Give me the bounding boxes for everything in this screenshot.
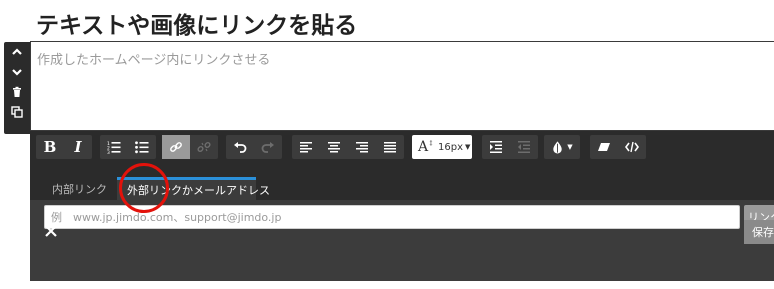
align-justify-button[interactable] bbox=[376, 135, 404, 159]
ordered-list-icon: 123 bbox=[107, 141, 121, 154]
chevron-up-icon bbox=[12, 48, 22, 55]
trash-icon bbox=[13, 86, 21, 97]
editor-toolbar: B I 123 A↕ 16px ▼ ▼ bbox=[30, 131, 774, 171]
clear-format-button[interactable] bbox=[590, 135, 618, 159]
align-center-icon bbox=[328, 142, 340, 153]
tab-internal-link[interactable]: 内部リンク bbox=[42, 177, 117, 200]
alignment-group bbox=[292, 135, 404, 159]
undo-icon bbox=[234, 142, 247, 153]
italic-button[interactable]: I bbox=[64, 135, 92, 159]
page-root: テキストや画像にリンクを貼る 作成したホームページ内にリンクさせる B I 12… bbox=[0, 0, 774, 289]
redo-icon bbox=[261, 142, 274, 153]
ordered-list-button[interactable]: 123 bbox=[100, 135, 128, 159]
link-tab-content: リンク bbox=[30, 200, 774, 281]
indent-group bbox=[482, 135, 538, 159]
link-group bbox=[162, 135, 218, 159]
list-group: 123 bbox=[100, 135, 156, 159]
align-center-button[interactable] bbox=[320, 135, 348, 159]
align-left-button[interactable] bbox=[292, 135, 320, 159]
indent-button[interactable] bbox=[482, 135, 510, 159]
copy-icon bbox=[11, 106, 23, 118]
format-group bbox=[590, 135, 646, 159]
svg-text:3: 3 bbox=[107, 150, 110, 154]
outdent-icon bbox=[518, 141, 530, 153]
close-icon bbox=[45, 225, 57, 237]
undo-button[interactable] bbox=[226, 135, 254, 159]
indent-icon bbox=[490, 141, 502, 153]
unlink-icon bbox=[197, 141, 211, 153]
align-justify-icon bbox=[384, 142, 396, 153]
align-left-icon bbox=[300, 142, 312, 153]
font-size-value: 16px bbox=[438, 141, 463, 153]
link-button[interactable] bbox=[162, 135, 190, 159]
source-code-button[interactable] bbox=[618, 135, 646, 159]
close-button[interactable] bbox=[44, 223, 58, 237]
block-side-controls bbox=[4, 42, 30, 134]
unordered-list-button[interactable] bbox=[128, 135, 156, 159]
history-group bbox=[226, 135, 282, 159]
align-right-button[interactable] bbox=[348, 135, 376, 159]
move-up-button[interactable] bbox=[4, 42, 30, 62]
align-right-icon bbox=[356, 142, 368, 153]
caret-down-icon: ▼ bbox=[567, 143, 573, 151]
save-button[interactable]: 保存 bbox=[744, 220, 774, 244]
unlink-button[interactable] bbox=[190, 135, 218, 159]
bold-button[interactable]: B bbox=[36, 135, 64, 159]
chevron-down-icon bbox=[12, 69, 22, 76]
font-size-icon: A↕ bbox=[418, 139, 434, 155]
url-input[interactable] bbox=[44, 205, 740, 229]
font-size-select[interactable]: A↕ 16px ▼ bbox=[412, 135, 472, 159]
code-icon bbox=[625, 141, 639, 153]
editor-placeholder: 作成したホームページ内にリンクさせる bbox=[37, 53, 271, 68]
page-title: テキストや画像にリンクを貼る bbox=[36, 13, 358, 39]
text-editor-area[interactable]: 作成したホームページ内にリンクさせる bbox=[30, 41, 774, 131]
text-color-button[interactable]: ▼ bbox=[544, 135, 580, 159]
redo-button[interactable] bbox=[254, 135, 282, 159]
copy-block-button[interactable] bbox=[4, 102, 30, 122]
caret-down-icon: ▼ bbox=[465, 143, 471, 151]
color-drop-icon bbox=[553, 141, 562, 154]
link-icon bbox=[170, 142, 182, 152]
move-down-button[interactable] bbox=[4, 62, 30, 82]
eraser-icon bbox=[598, 143, 610, 151]
color-group: ▼ bbox=[544, 135, 580, 159]
link-panel: 内部リンク 外部リンクかメールアドレス リンク 保存 bbox=[30, 171, 774, 281]
unordered-list-icon bbox=[135, 141, 149, 154]
outdent-button[interactable] bbox=[510, 135, 538, 159]
delete-block-button[interactable] bbox=[4, 82, 30, 102]
tab-external-link[interactable]: 外部リンクかメールアドレス bbox=[117, 177, 270, 200]
text-style-group: B I bbox=[36, 135, 92, 159]
